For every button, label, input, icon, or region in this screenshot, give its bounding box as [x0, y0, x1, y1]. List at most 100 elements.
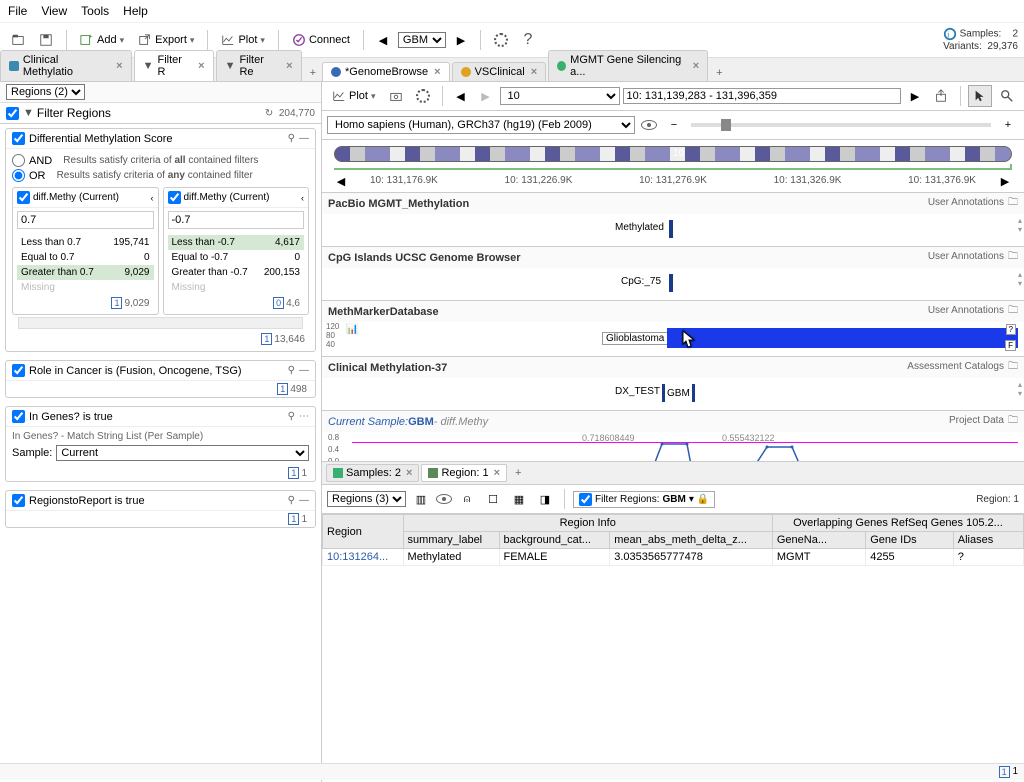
threshold-input-1[interactable]	[17, 211, 154, 229]
chromosome-select[interactable]: 10	[500, 87, 620, 105]
down-icon[interactable]: ▾	[1018, 279, 1022, 288]
horizontal-scrollbar[interactable]	[18, 317, 303, 329]
add-tab-button[interactable]: +	[710, 65, 728, 81]
folder-icon[interactable]: 🗀	[1008, 415, 1018, 426]
columns-button[interactable]: ▥	[410, 488, 432, 510]
add-tab-button[interactable]: +	[304, 65, 322, 81]
export-button[interactable]: Export▾	[133, 29, 199, 51]
col-aliases[interactable]: Aliases	[953, 532, 1023, 549]
folder-icon[interactable]: 🗀	[1008, 197, 1018, 208]
tab-clinical-methylation[interactable]: Clinical Methylatio×	[0, 50, 132, 81]
close-icon[interactable]: ×	[434, 66, 440, 78]
menu-icon[interactable]: ⋯	[299, 411, 309, 422]
list-item[interactable]: Missing	[168, 280, 305, 295]
down-icon[interactable]: ▾	[1018, 389, 1022, 398]
list-item[interactable]: Missing	[17, 280, 154, 295]
genome-select[interactable]: Homo sapiens (Human), GRCh37 (hg19) (Feb…	[327, 116, 635, 134]
forward-button[interactable]: ▶	[475, 85, 497, 107]
list-item[interactable]: Less than 0.7195,741	[17, 235, 154, 250]
collapse-icon[interactable]: —	[299, 365, 309, 376]
threshold-input-2[interactable]	[168, 211, 305, 229]
back-button[interactable]: ◀	[450, 85, 472, 107]
list-item[interactable]: Equal to 0.70	[17, 250, 154, 265]
menu-file[interactable]: File	[8, 4, 27, 18]
toggle-button[interactable]: ◨	[534, 488, 556, 510]
bottom-regions-select[interactable]: Regions (3)	[327, 491, 406, 507]
connect-button[interactable]: Connect	[287, 29, 355, 51]
location-input[interactable]	[623, 88, 902, 104]
list-item[interactable]: Equal to -0.70	[168, 250, 305, 265]
box-button[interactable]: ☐	[482, 488, 504, 510]
or-radio[interactable]	[12, 169, 25, 182]
down-icon[interactable]: ▾	[1018, 225, 1022, 234]
folder-icon[interactable]: 🗀	[1008, 361, 1018, 372]
nav-next-button[interactable]: ▶	[450, 29, 472, 51]
collapse-icon[interactable]: —	[299, 133, 309, 144]
col-mean-abs[interactable]: mean_abs_meth_delta_z...	[610, 532, 773, 549]
close-icon[interactable]: ×	[406, 467, 412, 479]
up-icon[interactable]: ▴	[1018, 216, 1022, 225]
close-icon[interactable]: ×	[531, 66, 537, 78]
filter-chip[interactable]: Filter Regions: GBM▾ 🔒	[573, 491, 715, 508]
add-tab-button[interactable]: +	[509, 465, 527, 481]
menu-help[interactable]: Help	[123, 4, 148, 18]
sample-select[interactable]: Current	[56, 445, 309, 461]
nav-prev-button[interactable]: ◀	[372, 29, 394, 51]
tab-mgmt[interactable]: MGMT Gene Silencing a...×	[548, 50, 708, 81]
role-checkbox[interactable]	[12, 364, 25, 377]
eye-icon[interactable]	[641, 120, 657, 130]
tab-genomebrowse[interactable]: *GenomeBrowse×	[322, 62, 450, 81]
mini2-checkbox[interactable]	[168, 191, 181, 204]
search-button[interactable]	[995, 85, 1019, 107]
filter-regions-checkbox[interactable]	[6, 107, 19, 120]
scroll-left-button[interactable]: ◀	[330, 170, 352, 192]
chevron-left-icon[interactable]: ‹	[301, 193, 304, 203]
list-item[interactable]: Greater than 0.79,029	[17, 265, 154, 280]
plot-button[interactable]: Plot▾	[216, 29, 270, 51]
tab-region[interactable]: Region: 1×	[421, 464, 507, 482]
col-gene-name[interactable]: GeneNa...	[772, 532, 865, 549]
tab-vsclinical[interactable]: VSClinical×	[452, 62, 547, 81]
pin-icon[interactable]: ⚲	[288, 133, 295, 144]
list-item[interactable]: Less than -0.74,617	[168, 235, 305, 250]
folder-icon[interactable]: 🗀	[1008, 305, 1018, 316]
camera-button[interactable]	[384, 85, 408, 107]
up-icon[interactable]: ▴	[1018, 270, 1022, 279]
add-row-button[interactable]: ▦	[508, 488, 530, 510]
scroll-right-button[interactable]: ▶	[994, 170, 1016, 192]
pin-icon[interactable]: ⚲	[288, 411, 295, 422]
gear-button[interactable]	[411, 85, 435, 107]
plot-tool-button[interactable]: Plot▾	[327, 85, 381, 107]
chevron-left-icon[interactable]: ‹	[151, 193, 154, 203]
tab-samples[interactable]: Samples: 2×	[326, 464, 419, 482]
close-icon[interactable]: ×	[286, 60, 292, 72]
col-region[interactable]: Region	[323, 515, 404, 549]
zoom-out-button[interactable]: −	[663, 114, 685, 136]
close-icon[interactable]: ×	[116, 60, 122, 72]
pointer-button[interactable]	[968, 85, 992, 107]
dms-checkbox[interactable]	[12, 132, 25, 145]
collapse-icon[interactable]: —	[299, 495, 309, 506]
diff-methy-graph[interactable]: 0.8 0.4 0.0 -0.4 -0.8 0.718608449 0.5554…	[322, 432, 1024, 461]
regions-dropdown[interactable]: Regions (2)	[6, 84, 85, 100]
up-icon[interactable]: ▴	[1018, 380, 1022, 389]
add-button[interactable]: +Add▾	[75, 29, 129, 51]
chart-icon[interactable]: 📊	[346, 324, 358, 335]
help-badge[interactable]: ?	[1006, 324, 1016, 335]
open-button[interactable]	[6, 29, 30, 51]
mini1-checkbox[interactable]	[17, 191, 30, 204]
menu-view[interactable]: View	[41, 4, 67, 18]
and-radio[interactable]	[12, 154, 25, 167]
col-background[interactable]: background_cat...	[499, 532, 610, 549]
tab-filter-r[interactable]: ▼Filter R×	[134, 50, 214, 81]
save-button[interactable]	[34, 29, 58, 51]
sample-select[interactable]: GBM	[398, 32, 446, 48]
go-button[interactable]: ▶	[904, 85, 926, 107]
menu-tools[interactable]: Tools	[81, 4, 109, 18]
zoom-in-button[interactable]: +	[997, 114, 1019, 136]
col-gene-ids[interactable]: Gene IDs	[866, 532, 954, 549]
table-row[interactable]: 10:131264... Methylated FEMALE 3.0353565…	[323, 549, 1024, 566]
pin-icon[interactable]: ⚲	[288, 495, 295, 506]
col-summary[interactable]: summary_label	[403, 532, 499, 549]
zoom-slider[interactable]	[691, 123, 991, 127]
